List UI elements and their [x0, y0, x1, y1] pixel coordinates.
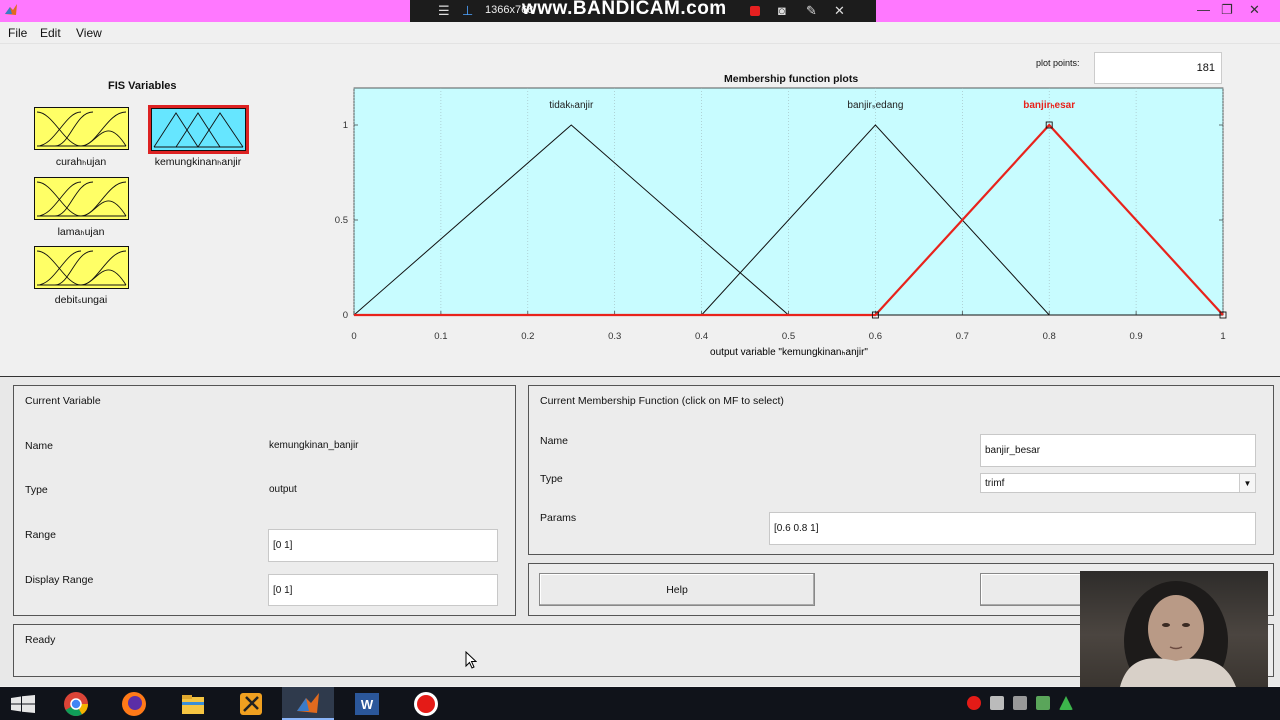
app-tool-icon[interactable] [238, 691, 264, 717]
menu-file[interactable]: File [8, 26, 27, 40]
status-text: Ready [25, 634, 56, 646]
x-tick-label: 0.9 [1129, 331, 1142, 342]
bandicam-record-icon[interactable] [413, 691, 439, 717]
close-window-icon[interactable]: ✕ [1249, 2, 1260, 18]
mf-type-label: Type [540, 473, 563, 485]
variable-name-value: kemungkinan_banjir [269, 440, 359, 451]
variable-name-label: Name [25, 440, 54, 452]
menu-icon[interactable]: ☰ [438, 3, 450, 19]
mf-thumbnail-icon [36, 181, 127, 217]
mf-name-label: Name [540, 435, 569, 447]
recorder-overlay: ☰ ⊥ 1366x768 www.BANDICAM.com ◙ ✎ ✕ [410, 0, 876, 22]
chevron-down-icon[interactable]: ▼ [1239, 474, 1255, 492]
membership-function-plot[interactable]: 0 0.1 0.2 0.3 0.4 0.5 0.6 0.7 0.8 0.9 1 0 0.5 1 tidak… [330, 84, 1240, 364]
range-label: Range [25, 529, 56, 541]
fis-variable-label: kemungkinanₕanjir [154, 156, 242, 168]
display-range-label: Display Range [25, 574, 94, 586]
fis-variable-kemungkinan-banjir[interactable] [148, 105, 249, 154]
fis-variable-curah-hujan[interactable] [34, 107, 129, 150]
variable-type-value: output [269, 484, 297, 495]
tray-drive-icon[interactable] [1059, 696, 1073, 710]
file-explorer-icon[interactable] [180, 691, 206, 717]
fis-variable-label: lamaₕujan [57, 226, 105, 238]
mf-name-input[interactable]: banjir_besar [980, 434, 1256, 467]
y-tick-label: 0 [343, 310, 348, 321]
help-button[interactable]: Help [539, 573, 815, 606]
camera-icon[interactable]: ◙ [778, 3, 786, 18]
menu-bar: File Edit View [0, 22, 1280, 44]
x-tick-label: 0.6 [869, 331, 882, 342]
matlab-taskbar-icon[interactable] [295, 691, 321, 717]
mf-params-input[interactable]: [0.6 0.8 1] [769, 512, 1256, 545]
mf-params-label: Params [540, 512, 577, 524]
y-tick-label: 1 [343, 120, 348, 131]
x-tick-label: 0.2 [521, 331, 534, 342]
mouse-cursor-icon [465, 651, 477, 669]
pin-icon[interactable]: ⊥ [462, 3, 473, 19]
x-tick-label: 1 [1220, 331, 1225, 342]
windows-start-icon[interactable] [10, 695, 36, 713]
recorder-watermark: www.BANDICAM.com [522, 0, 727, 19]
fis-variable-label: debitₛungai [54, 294, 108, 306]
mf-thumbnail-icon [153, 112, 244, 148]
record-stop-icon[interactable] [750, 6, 760, 16]
tray-network-icon[interactable] [1036, 696, 1050, 710]
mf-label-banjir-sedang: banjirₛedang [847, 100, 903, 111]
fis-variable-lama-hujan[interactable] [34, 177, 129, 220]
word-icon[interactable]: W [354, 691, 380, 717]
taskbar: W [0, 687, 1280, 720]
x-tick-label: 0.5 [782, 331, 795, 342]
pencil-icon[interactable]: ✎ [806, 3, 817, 19]
chrome-icon[interactable] [63, 691, 89, 717]
tray-app-icon[interactable] [990, 696, 1004, 710]
tray-record-icon[interactable] [967, 696, 981, 710]
mf-type-value: trimf [985, 477, 1005, 489]
x-tick-label: 0.3 [608, 331, 621, 342]
plot-points-input[interactable]: 181 [1094, 52, 1222, 84]
mf-label-tidak-banjir: tidakₕanjir [549, 100, 594, 111]
mf-label-banjir-besar: banjirₕesar [1023, 100, 1075, 111]
x-tick-label: 0 [351, 331, 356, 342]
mf-thumbnail-icon [36, 111, 127, 147]
x-tick-label: 0.1 [434, 331, 447, 342]
fis-variables-title: FIS Variables [108, 80, 177, 92]
current-mf-title: Current Membership Function (click on MF… [540, 395, 784, 407]
x-tick-label: 0.4 [695, 331, 708, 342]
webcam-person-image [1120, 581, 1236, 701]
mf-type-select[interactable]: trimf ▼ [980, 473, 1256, 493]
x-tick-label: 0.7 [956, 331, 969, 342]
menu-view[interactable]: View [76, 26, 102, 40]
fis-variable-label: curahₕujan [55, 156, 107, 168]
y-tick-label: 0.5 [335, 215, 348, 226]
webcam-overlay [1080, 571, 1268, 701]
plot-points-label: plot points: [1036, 58, 1080, 68]
menu-edit[interactable]: Edit [40, 26, 61, 40]
close-icon[interactable]: ✕ [834, 3, 845, 19]
x-tick-label: 0.8 [1043, 331, 1056, 342]
firefox-icon[interactable] [121, 691, 147, 717]
restore-icon[interactable]: ❐ [1221, 2, 1233, 18]
fis-variable-debit-sungai[interactable] [34, 246, 129, 289]
current-variable-title: Current Variable [25, 395, 101, 407]
range-input[interactable]: [0 1] [268, 529, 498, 562]
minimize-icon[interactable]: — [1197, 2, 1210, 17]
display-range-input[interactable]: [0 1] [268, 574, 498, 606]
mf-thumbnail-icon [36, 250, 127, 286]
svg-text:W: W [361, 697, 374, 712]
x-axis-label: output variable "kemungkinanₕanjir" [710, 347, 868, 358]
tray-settings-icon[interactable] [1013, 696, 1027, 710]
variable-type-label: Type [25, 484, 48, 496]
matlab-icon [5, 4, 17, 15]
